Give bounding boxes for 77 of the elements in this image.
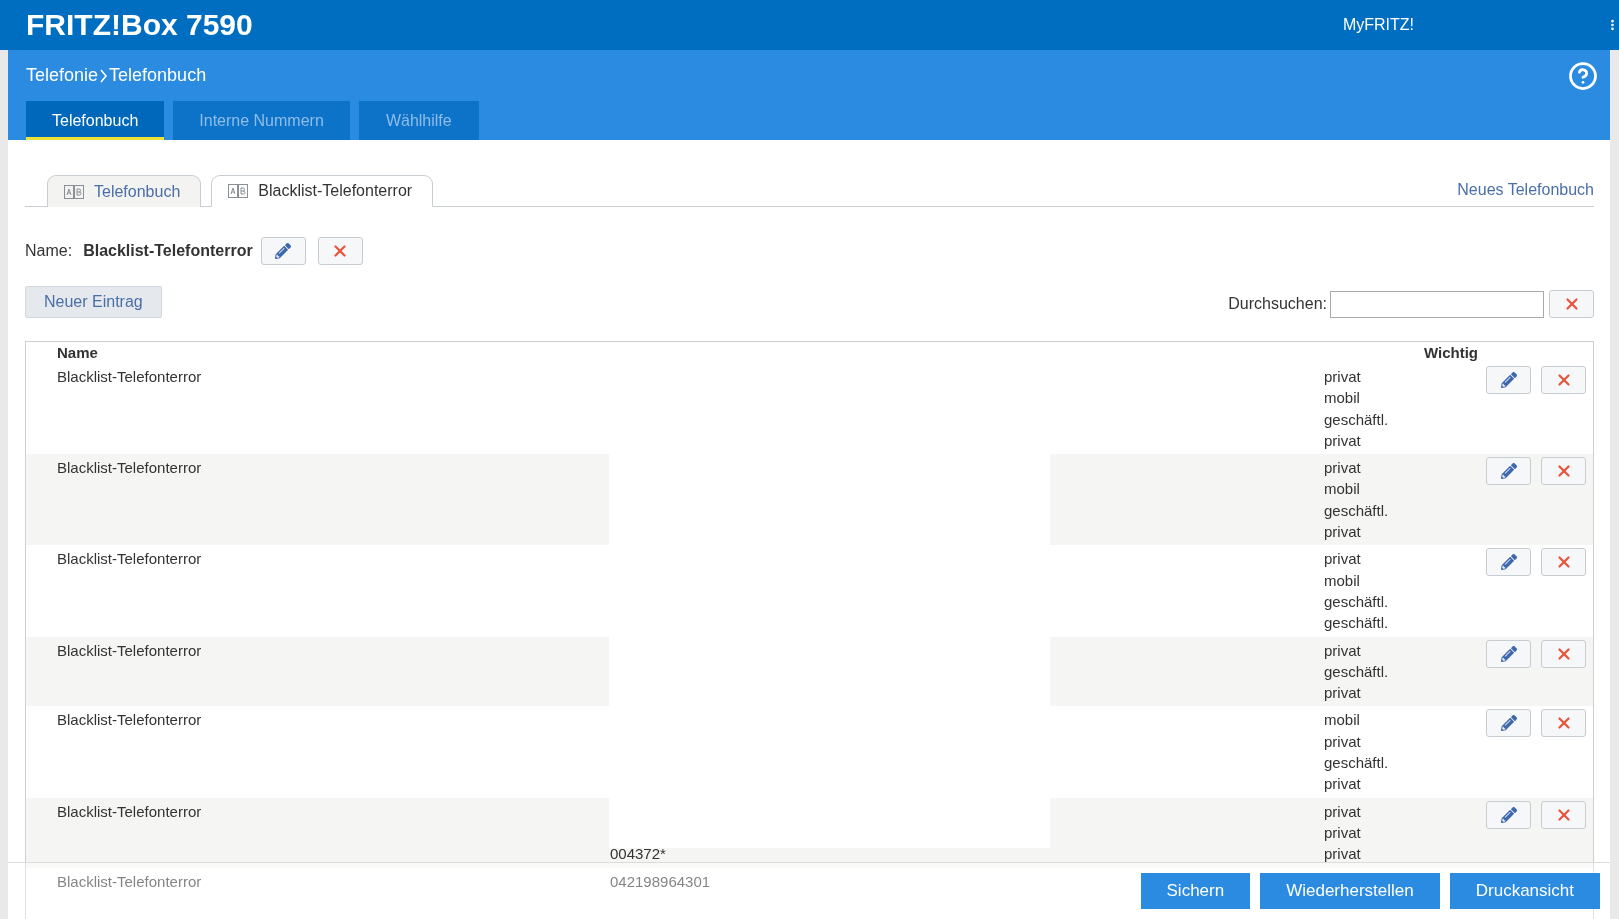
- number-type: privat: [1324, 367, 1362, 387]
- delete-button[interactable]: [1541, 800, 1586, 829]
- myfritz-link[interactable]: MyFRITZ!: [1342, 16, 1414, 34]
- entry-name: Blacklist-Telefonterror: [57, 871, 203, 892]
- edit-button[interactable]: [1486, 800, 1531, 829]
- phone-number: 004372*: [610, 844, 667, 865]
- delete-button[interactable]: [1541, 548, 1586, 577]
- edit-button[interactable]: [260, 237, 306, 265]
- app-title: FRITZ!Box 7590: [26, 8, 254, 42]
- footer-button[interactable]: Wiederherstellen: [1260, 873, 1440, 909]
- number-type: mobil: [1324, 388, 1361, 409]
- nav-tab[interactable]: Interne Nummern: [173, 101, 350, 140]
- number-type: mobil: [1324, 479, 1361, 500]
- footer-button[interactable]: Sichern: [1140, 873, 1251, 909]
- delete-button[interactable]: [1541, 709, 1586, 738]
- search-label: Durchsuchen:: [1228, 295, 1327, 313]
- number-type: privat: [1324, 640, 1362, 661]
- number-type: geschäftl.: [1324, 753, 1390, 774]
- number-type: geschäftl.: [1324, 409, 1390, 430]
- search-field[interactable]: [1330, 291, 1544, 318]
- number-type: geschäftl.: [1324, 591, 1390, 612]
- name-label: Name:: [25, 242, 73, 260]
- breadcrumb-item: Telefonbuch: [109, 65, 207, 86]
- nav-tab[interactable]: Wählhilfe: [358, 101, 479, 140]
- edit-button[interactable]: [1486, 548, 1531, 577]
- number-type: privat: [1324, 458, 1362, 479]
- number-type: geschäftl.: [1324, 500, 1390, 521]
- number-type: privat: [1324, 549, 1362, 570]
- pencil-icon: [1500, 715, 1517, 732]
- entry-name: Blacklist-Telefonterror: [57, 640, 203, 661]
- entry-name: Blacklist-Telefonterror: [57, 367, 203, 387]
- edit-button[interactable]: [1486, 366, 1531, 394]
- phonebook-name: Blacklist-Telefonterror: [83, 242, 253, 260]
- delete-button[interactable]: [317, 237, 363, 265]
- delete-button[interactable]: [1541, 639, 1586, 668]
- number-type: privat: [1324, 844, 1362, 865]
- nav-tab[interactable]: Telefonbuch: [26, 101, 165, 140]
- edit-button[interactable]: [1486, 639, 1531, 668]
- phonebook-tab[interactable]: Blacklist-Telefonterror: [211, 175, 434, 207]
- number-type: privat: [1324, 522, 1362, 543]
- entry-name: Blacklist-Telefonterror: [57, 801, 203, 822]
- column-header: Wichtig: [1424, 343, 1480, 363]
- number-type: privat: [1324, 430, 1362, 451]
- edit-button[interactable]: [1486, 457, 1531, 486]
- pencil-icon: [1500, 806, 1517, 823]
- number-type: privat: [1324, 731, 1362, 752]
- help-icon[interactable]: [1568, 60, 1598, 91]
- chevron-icon: [100, 68, 108, 83]
- number-type: geschäftl.: [1324, 661, 1390, 682]
- book-icon: [64, 184, 84, 199]
- entry-name: Blacklist-Telefonterror: [57, 710, 203, 731]
- number-type: privat: [1324, 801, 1362, 822]
- new-entry-button[interactable]: Neuer Eintrag: [25, 286, 162, 318]
- footer-button[interactable]: Druckansicht: [1449, 873, 1600, 909]
- book-icon: [228, 184, 249, 198]
- phonebook-tab[interactable]: Telefonbuch: [47, 175, 202, 207]
- delete-button[interactable]: [1541, 366, 1586, 394]
- number-type: geschäftl.: [1324, 613, 1390, 634]
- entry-name: Blacklist-Telefonterror: [57, 458, 203, 479]
- clear-search-button[interactable]: [1549, 290, 1594, 318]
- pencil-icon: [1500, 372, 1517, 388]
- edit-button[interactable]: [1486, 709, 1531, 738]
- pencil-icon: [1500, 554, 1517, 571]
- column-header: Name: [57, 343, 99, 363]
- number-type: mobil: [1324, 570, 1361, 591]
- entry-name: Blacklist-Telefonterror: [57, 549, 203, 570]
- number-type: privat: [1324, 683, 1362, 704]
- new-phonebook-link[interactable]: Neues Telefonbuch: [1457, 181, 1594, 199]
- number-type: mobil: [1324, 710, 1361, 731]
- number-type: privat: [1324, 774, 1362, 795]
- number-type: privat: [1324, 822, 1362, 843]
- delete-button[interactable]: [1541, 457, 1586, 486]
- pencil-icon: [1500, 463, 1517, 480]
- phone-number: 042198964301: [610, 871, 712, 892]
- pencil-icon: [275, 243, 292, 259]
- breadcrumb-item[interactable]: Telefonie: [26, 65, 99, 86]
- pencil-icon: [1500, 645, 1517, 662]
